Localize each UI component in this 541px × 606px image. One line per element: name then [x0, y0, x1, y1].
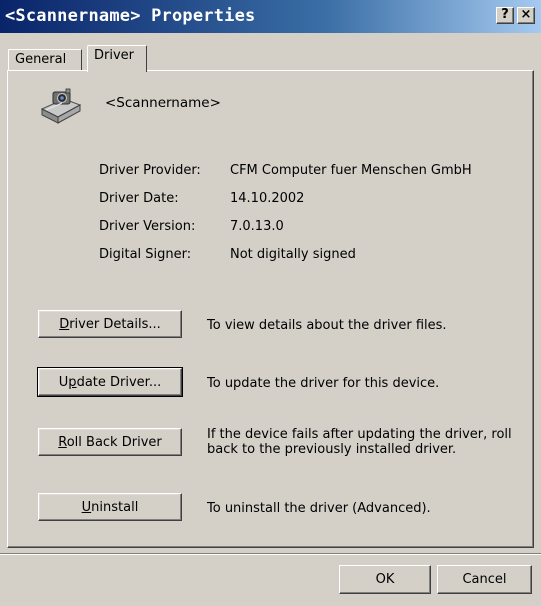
tab-driver[interactable]: Driver: [87, 45, 147, 72]
driver-date-label: Driver Date:: [99, 191, 179, 206]
close-button[interactable]: ×: [517, 7, 535, 24]
driver-details-button[interactable]: Driver Details...: [38, 310, 182, 338]
update-driver-accesskey: p: [68, 374, 77, 390]
driver-details-label: river Details...: [69, 316, 161, 332]
digital-signer-value: Not digitally signed: [230, 247, 356, 262]
footer-divider: [0, 553, 541, 555]
roll-back-driver-button[interactable]: Roll Back Driver: [38, 428, 182, 456]
driver-details-accesskey: D: [59, 316, 70, 332]
digital-signer-label: Digital Signer:: [99, 247, 192, 262]
roll-back-label: oll Back Driver: [66, 434, 162, 450]
window-title: <Scannername> Properties: [5, 6, 256, 26]
uninstall-button[interactable]: Uninstall: [38, 493, 182, 521]
properties-dialog: <Scannername> Properties ? × General Dri…: [0, 0, 541, 606]
update-driver-prefix: U: [58, 374, 69, 390]
uninstall-accesskey: U: [81, 499, 92, 515]
driver-provider-value: CFM Computer fuer Menschen GmbH: [230, 163, 472, 178]
roll-back-accesskey: R: [58, 434, 67, 450]
driver-date-value: 14.10.2002: [230, 191, 305, 206]
tab-general[interactable]: General: [8, 49, 82, 71]
uninstall-description: To uninstall the driver (Advanced).: [207, 501, 431, 516]
update-driver-description: To update the driver for this device.: [207, 376, 440, 391]
roll-back-description: If the device fails after updating the d…: [207, 427, 512, 457]
tab-general-label: General: [15, 52, 67, 67]
roll-back-description-line1: If the device fails after updating the d…: [207, 427, 512, 442]
device-name: <Scannername>: [105, 95, 221, 111]
ok-button[interactable]: OK: [339, 565, 431, 594]
scanner-icon: [40, 88, 82, 124]
uninstall-label: ninstall: [91, 499, 139, 515]
driver-details-description: To view details about the driver files.: [207, 318, 447, 333]
driver-provider-label: Driver Provider:: [99, 163, 201, 178]
roll-back-description-line2: back to the previously installed driver.: [207, 442, 457, 457]
update-driver-label: date Driver...: [76, 374, 162, 390]
driver-version-value: 7.0.13.0: [230, 219, 284, 234]
title-bar[interactable]: <Scannername> Properties ? ×: [0, 0, 541, 33]
tab-driver-label: Driver: [94, 48, 135, 63]
help-button[interactable]: ?: [496, 7, 514, 24]
driver-version-label: Driver Version:: [99, 219, 196, 234]
cancel-button[interactable]: Cancel: [437, 565, 532, 594]
driver-tab-panel: <Scannername> Driver Provider: CFM Compu…: [7, 70, 534, 548]
update-driver-button[interactable]: Update Driver...: [37, 367, 183, 397]
